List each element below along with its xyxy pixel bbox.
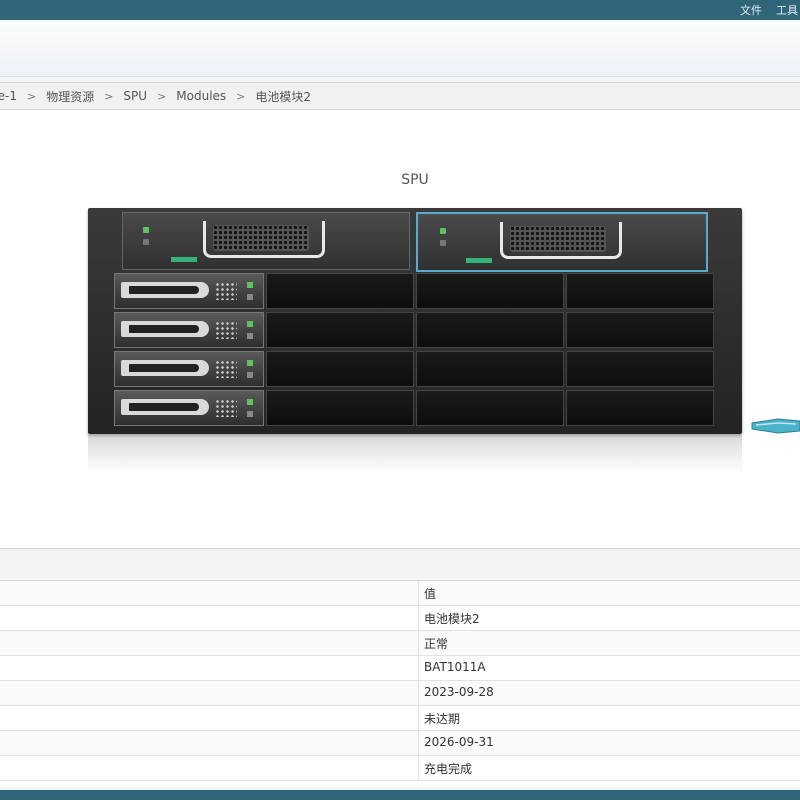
toolbar: [0, 20, 800, 77]
chevron-right-icon: >: [236, 89, 246, 103]
breadcrumb-item-current: 电池模块2: [255, 89, 312, 104]
status-led: [247, 333, 253, 339]
drive-bay-row: [114, 389, 736, 426]
property-value: BAT1011A: [424, 660, 486, 674]
table-row[interactable]: 电池模块2: [0, 606, 800, 631]
disk-drive[interactable]: [114, 390, 264, 426]
property-name-cell: [0, 706, 419, 730]
disk-drive[interactable]: [114, 351, 264, 387]
empty-slot[interactable]: [566, 273, 714, 309]
status-led: [247, 294, 253, 300]
module-label-strip: [171, 257, 197, 262]
chassis-reflection: [88, 434, 742, 474]
empty-slot[interactable]: [566, 351, 714, 387]
status-led: [247, 372, 253, 378]
title-menu: 文件 工具: [740, 0, 800, 20]
chevron-right-icon: >: [157, 89, 167, 103]
status-led: [440, 228, 446, 234]
module-label-strip: [466, 258, 492, 263]
drive-tray-handle: [121, 321, 209, 337]
drive-tray-handle: [121, 282, 209, 298]
breadcrumb-item-storage[interactable]: ge-1: [0, 89, 23, 103]
breadcrumb-item-modules[interactable]: Modules: [170, 89, 232, 103]
module-grille: [510, 226, 606, 252]
property-name-cell: [0, 606, 419, 630]
breadcrumb-item-spu[interactable]: SPU: [117, 89, 153, 103]
property-value: 未达期: [424, 712, 461, 726]
status-led: [247, 360, 253, 366]
property-value: 电池模块2: [424, 612, 480, 626]
empty-slot[interactable]: [416, 390, 564, 426]
empty-slot[interactable]: [266, 390, 414, 426]
disk-drive[interactable]: [114, 312, 264, 348]
property-name-cell: [0, 731, 419, 755]
empty-slot[interactable]: [566, 312, 714, 348]
table-row[interactable]: 2026-09-31: [0, 731, 800, 756]
property-name-cell: [0, 631, 419, 655]
status-led: [247, 282, 253, 288]
breadcrumb: ge-1 > 物理资源 > SPU > Modules > 电池模块2: [0, 82, 800, 110]
property-value: 充电完成: [424, 762, 473, 776]
column-header-value: 值: [424, 587, 437, 601]
title-bar: 文件 工具: [0, 0, 800, 20]
drive-bay-row: [114, 311, 736, 348]
status-led: [247, 321, 253, 327]
disk-drive[interactable]: [114, 273, 264, 309]
empty-slot[interactable]: [266, 351, 414, 387]
property-value: 2023-09-28: [424, 685, 494, 699]
table-header-row: 值: [0, 581, 800, 606]
empty-slot[interactable]: [566, 390, 714, 426]
drive-tray-handle: [121, 399, 209, 415]
cable-connector-icon[interactable]: [748, 415, 800, 437]
table-row[interactable]: 2023-09-28: [0, 681, 800, 706]
status-bar: [0, 790, 800, 800]
drive-vent: [215, 399, 237, 417]
device-title: SPU: [401, 172, 429, 188]
drive-tray-handle: [121, 360, 209, 376]
menu-tools[interactable]: 工具: [776, 2, 798, 18]
property-value: 2026-09-31: [424, 735, 494, 749]
empty-slot[interactable]: [416, 273, 564, 309]
table-row[interactable]: 充电完成: [0, 756, 800, 781]
properties-table: 值 电池模块2 正常 BAT1011A 2023-09-28 未达期 2026-…: [0, 580, 800, 787]
table-row[interactable]: 未达期: [0, 706, 800, 731]
table-row[interactable]: BAT1011A: [0, 656, 800, 681]
empty-slot[interactable]: [266, 273, 414, 309]
empty-slot[interactable]: [266, 312, 414, 348]
property-name-cell: [0, 656, 419, 680]
chevron-right-icon: >: [26, 89, 37, 103]
battery-module-1[interactable]: [122, 212, 410, 270]
empty-slot[interactable]: [416, 351, 564, 387]
drive-bay-row: [114, 350, 736, 387]
property-value: 正常: [424, 637, 449, 651]
drive-vent: [215, 360, 237, 378]
menu-file[interactable]: 文件: [740, 2, 762, 18]
property-name-cell: [0, 681, 419, 705]
module-grille: [213, 225, 309, 251]
status-led: [247, 411, 253, 417]
status-led: [143, 239, 149, 245]
empty-slot[interactable]: [416, 312, 564, 348]
property-name-cell: [0, 581, 419, 605]
drive-vent: [215, 282, 237, 300]
status-led: [440, 240, 446, 246]
battery-module-2[interactable]: [416, 212, 708, 272]
device-view-panel: SPU: [0, 110, 800, 549]
drive-bay-row: [114, 272, 736, 309]
status-led: [143, 227, 149, 233]
spu-chassis: [88, 208, 742, 434]
status-led: [247, 399, 253, 405]
breadcrumb-item-physical-resources[interactable]: 物理资源: [40, 88, 100, 105]
chevron-right-icon: >: [104, 89, 114, 103]
property-name-cell: [0, 756, 419, 780]
drive-vent: [215, 321, 237, 339]
table-row[interactable]: 正常: [0, 631, 800, 656]
